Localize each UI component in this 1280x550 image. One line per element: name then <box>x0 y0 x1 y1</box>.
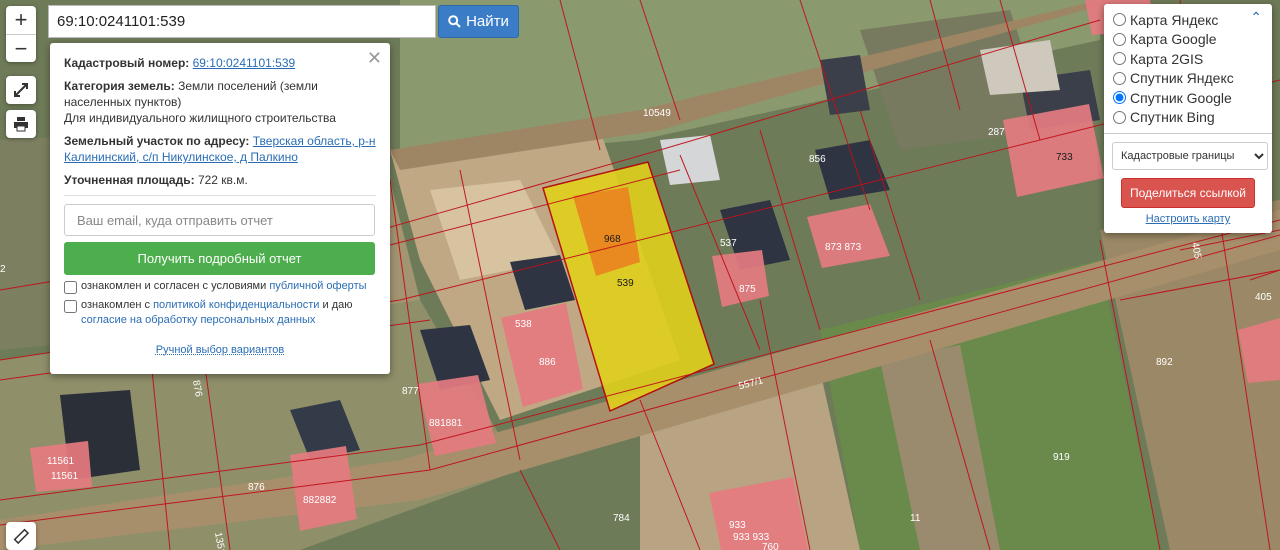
chevron-up-icon[interactable]: ⌃ <box>1250 9 1262 26</box>
layer-option[interactable]: Спутник Google <box>1112 88 1264 108</box>
address-row: Земельный участок по адресу: Тверская об… <box>64 133 376 165</box>
parcel-label-538: 538 <box>515 319 532 330</box>
parcel-label-892: 892 <box>1156 357 1173 368</box>
layer-radio[interactable] <box>1113 32 1126 46</box>
privacy-text: ознакомлен с <box>81 299 151 311</box>
layer-option[interactable]: Спутник Bing <box>1112 108 1264 128</box>
divider <box>64 195 376 196</box>
land-category-label: Категория земель: <box>64 79 175 93</box>
parcel-label-2: 2 <box>0 264 6 275</box>
manual-selection-link[interactable]: Ручной выбор вариантов <box>156 344 284 356</box>
share-link-button[interactable]: Поделиться ссылкой <box>1121 178 1255 208</box>
layer-label: Спутник Google <box>1130 89 1232 106</box>
parcel-label-856: 856 <box>809 154 826 165</box>
parcel-label-882882: 882882 <box>303 495 337 506</box>
public-offer-link[interactable]: публичной оферты <box>269 280 366 292</box>
cadastral-number-label: Кадастровый номер: <box>64 56 190 70</box>
layer-radio[interactable] <box>1113 13 1126 27</box>
parcel-label-287: 287 <box>988 127 1005 138</box>
parcel-label-10549: 10549 <box>643 108 671 119</box>
parcel-label-784: 784 <box>613 513 630 524</box>
parcel-label-877: 877 <box>402 386 419 397</box>
get-report-button[interactable]: Получить подробный отчет <box>64 242 375 275</box>
map-layers-panel: ⌃ Карта Яндекс Карта Google Карта 2GIS Спут… <box>1104 4 1272 233</box>
zoom-out-button[interactable]: − <box>6 34 36 62</box>
layer-options: Карта Яндекс Карта Google Карта 2GIS Спутни… <box>1112 10 1264 127</box>
offer-consent-text: ознакомлен и согласен с условиями публич… <box>81 279 367 294</box>
zoom-in-button[interactable]: + <box>6 6 36 34</box>
parcel-label-919: 919 <box>1053 452 1070 463</box>
privacy-checkbox[interactable] <box>64 300 77 313</box>
email-input[interactable] <box>64 204 375 236</box>
layer-option[interactable]: Карта 2GIS <box>1112 49 1264 69</box>
parcel-label-733: 733 <box>1056 152 1073 163</box>
cadastral-number-row: Кадастровый номер: 69:10:0241101:539 <box>64 55 376 71</box>
personal-data-consent-link[interactable]: согласие на обработку персональных данны… <box>81 314 315 326</box>
privacy-policy-link[interactable]: политикой конфиденциальности <box>153 299 319 311</box>
address-label: Земельный участок по адресу: <box>64 134 250 148</box>
layer-label: Спутник Bing <box>1130 109 1215 126</box>
search-button-label: Найти <box>466 13 509 30</box>
area-row: Уточненная площадь: 722 кв.м. <box>64 172 376 188</box>
offer-consent[interactable]: ознакомлен и согласен с условиями публич… <box>64 279 376 294</box>
layer-radio[interactable] <box>1113 71 1126 85</box>
parcel-label-11561-top: 11561 <box>47 456 75 467</box>
parcel-label-875: 875 <box>739 284 756 295</box>
parcel-label-537: 537 <box>720 238 737 249</box>
parcel-label-539: 539 <box>617 278 634 289</box>
layer-radio[interactable] <box>1113 110 1126 124</box>
search-icon <box>448 15 461 28</box>
configure-map-link[interactable]: Настроить карту <box>1146 213 1231 225</box>
expand-icon <box>14 83 28 97</box>
parcel-label-881881: 881881 <box>429 418 463 429</box>
land-category-row: Категория земель: Земли поселений (земли… <box>64 78 376 126</box>
cadastral-number-link[interactable]: 69:10:0241101:539 <box>193 56 296 70</box>
layer-option[interactable]: Карта Яндекс <box>1112 10 1264 30</box>
layer-label: Карта 2GIS <box>1130 50 1204 67</box>
printer-icon <box>14 117 28 132</box>
layer-label: Карта Google <box>1130 31 1217 48</box>
ruler-button[interactable] <box>6 522 36 550</box>
print-button[interactable] <box>6 110 36 138</box>
parcel-label-11: 11 <box>910 513 921 524</box>
parcel-label-876: 876 <box>248 482 265 493</box>
parcel-info-popup: ✕ Кадастровый номер: 69:10:0241101:539 К… <box>50 43 390 374</box>
zoom-control: + − <box>6 6 36 62</box>
layer-label: Карта Яндекс <box>1130 11 1219 28</box>
parcel-label-933: 933 <box>729 520 746 531</box>
manual-selection: Ручной выбор вариантов <box>64 344 376 356</box>
land-use-value: Для индивидуального жилищного строительс… <box>64 111 336 125</box>
search-button[interactable]: Найти <box>438 5 519 38</box>
layer-option[interactable]: Спутник Яндекс <box>1112 69 1264 89</box>
parcel-label-873: 873 873 <box>825 242 862 253</box>
parcel-label-886: 886 <box>539 357 556 368</box>
offer-text: ознакомлен и согласен с условиями <box>81 280 267 292</box>
parcel-label-968: 968 <box>604 234 621 245</box>
parcel-label-405: 405 <box>1255 292 1272 303</box>
divider <box>1104 133 1272 134</box>
offer-checkbox[interactable] <box>64 281 77 294</box>
ruler-icon <box>13 528 29 544</box>
layer-radio[interactable] <box>1113 52 1126 66</box>
privacy-consent-text: ознакомлен с политикой конфиденциальност… <box>81 298 376 328</box>
overlay-select[interactable]: Кадастровые границы <box>1112 142 1268 170</box>
settings: Настроить карту <box>1112 213 1264 225</box>
privacy-consent[interactable]: ознакомлен с политикой конфиденциальност… <box>64 298 376 328</box>
fullscreen-button[interactable] <box>6 76 36 104</box>
cadastral-search-input[interactable] <box>48 5 436 38</box>
area-value: 722 кв.м. <box>197 173 248 187</box>
privacy-text-2: и даю <box>322 299 353 311</box>
layer-option[interactable]: Карта Google <box>1112 30 1264 50</box>
close-icon[interactable]: ✕ <box>367 48 382 69</box>
layer-radio[interactable] <box>1113 91 1126 105</box>
parcel-label-11561-bottom: 11561 <box>51 471 79 482</box>
layer-label: Спутник Яндекс <box>1130 70 1234 87</box>
area-label: Уточненная площадь: <box>64 173 195 187</box>
parcel-label-760: 760 <box>762 542 779 550</box>
